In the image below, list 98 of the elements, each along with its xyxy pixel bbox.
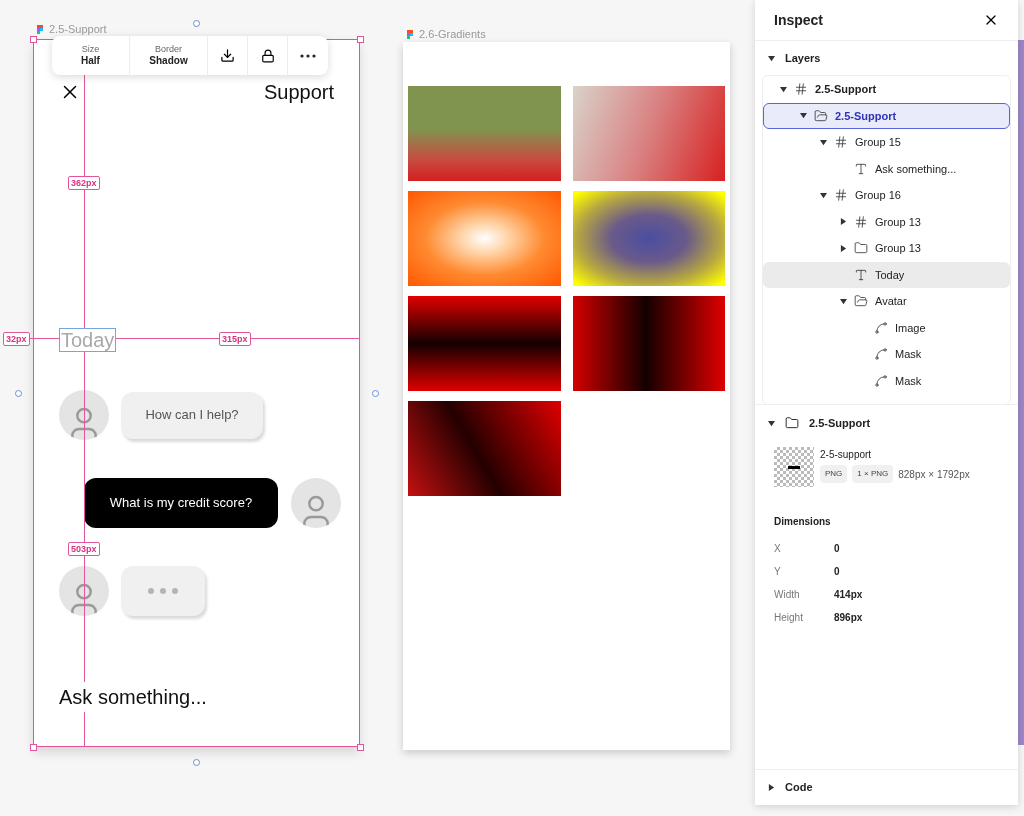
app-logo-icon — [37, 24, 43, 34]
expand-caret-icon[interactable] — [820, 138, 827, 146]
toolbar-option[interactable]: Border Shadow — [130, 36, 208, 75]
folder-icon — [854, 294, 868, 309]
typing-dots-icon — [148, 588, 178, 594]
option-label: Size — [81, 43, 100, 55]
layer-row[interactable]: Group 15 — [763, 129, 1010, 156]
compose-text: Ask something... — [59, 682, 207, 712]
section-heading: Dimensions — [773, 515, 832, 529]
resize-handle[interactable] — [357, 36, 364, 43]
vector-icon — [874, 373, 888, 388]
layer-name: Avatar — [875, 294, 907, 309]
rotate-handle[interactable] — [15, 390, 22, 397]
vector-icon — [874, 320, 888, 335]
measurement-label: 362px — [68, 176, 100, 190]
property-label: X — [774, 542, 782, 556]
message-bubble: How can I help? — [121, 391, 263, 439]
avatar — [291, 478, 341, 528]
layer-name: Mask — [895, 347, 922, 362]
more-icon — [300, 53, 316, 58]
download-icon — [220, 48, 235, 63]
measurement-label: 315px — [219, 332, 251, 346]
section-title[interactable]: Code — [785, 779, 813, 796]
layer-row[interactable]: Avatar — [763, 288, 1010, 315]
section-title[interactable]: Layers — [785, 49, 821, 67]
layer-name: Ask something... — [875, 161, 957, 177]
property-value: 0 — [834, 542, 840, 556]
property-label: Height — [774, 611, 804, 625]
frame-icon — [854, 214, 868, 229]
option-value: Half — [81, 54, 100, 68]
layer-name: Group 13 — [875, 214, 921, 230]
section-title[interactable]: 2.5-Support — [809, 414, 871, 432]
property-value: 896px — [834, 611, 863, 625]
layer-row[interactable]: Ask something... — [763, 155, 1010, 182]
expand-caret-icon[interactable] — [820, 191, 827, 199]
avatar — [59, 390, 109, 440]
export-name: 2-5-support — [820, 448, 873, 462]
app-logo-icon — [407, 29, 413, 39]
export-size: 828px × 1792px — [898, 467, 970, 482]
folder-icon — [854, 241, 868, 256]
expand-caret-icon[interactable] — [840, 244, 847, 252]
expand-caret-icon[interactable] — [768, 784, 775, 791]
toolbar-option[interactable]: Size Half — [52, 36, 130, 75]
layer-row[interactable]: 2.5-Support — [763, 76, 1010, 103]
property-label: Y — [774, 565, 782, 579]
layer-name: Group 13 — [875, 241, 921, 256]
message-bubble: What is my credit score? — [84, 478, 278, 528]
layer-row[interactable]: Group 13 — [763, 208, 1010, 235]
export-thumbnail — [774, 447, 814, 487]
format-tag[interactable]: PNG — [820, 465, 848, 483]
lock-icon — [260, 48, 275, 63]
layer-row[interactable]: Image — [763, 314, 1010, 341]
frame-icon — [834, 188, 848, 203]
frame-icon — [834, 135, 848, 150]
layer-row[interactable]: Mask — [763, 367, 1010, 394]
layer-name: Mask — [895, 373, 922, 389]
layer-name: Group 15 — [855, 135, 901, 150]
panel-title: Inspect — [774, 10, 823, 30]
resize-handle[interactable] — [30, 744, 37, 751]
measurement-label: 32px — [3, 332, 30, 346]
option-value: Shadow — [149, 54, 188, 68]
layer-name: Group 16 — [855, 188, 901, 203]
expand-caret-icon[interactable] — [840, 218, 847, 226]
expand-caret-icon[interactable] — [840, 297, 847, 305]
folder-icon — [785, 416, 799, 430]
screen-title: Support — [263, 80, 334, 105]
layer-row[interactable]: Today — [763, 261, 1010, 288]
text-layer-icon — [854, 161, 868, 176]
expand-caret-icon[interactable] — [768, 54, 775, 62]
layer-row[interactable]: Mask — [763, 341, 1010, 368]
layer-name: 2.5-Support — [835, 108, 897, 124]
layer-name: Image — [895, 320, 926, 336]
property-value: 0 — [834, 565, 840, 579]
layer-name: 2.5-Support — [815, 82, 877, 97]
resize-handle[interactable] — [357, 744, 364, 751]
layer-row[interactable]: Group 16 — [763, 182, 1010, 209]
rotate-handle[interactable] — [193, 759, 200, 766]
layer-name: Today — [875, 267, 905, 283]
property-label: Width — [774, 588, 801, 602]
expand-caret-icon[interactable] — [780, 85, 787, 93]
expand-caret-icon[interactable] — [800, 112, 807, 120]
folder-icon — [814, 108, 828, 123]
date-label: Today — [59, 328, 117, 352]
text-layer-icon — [854, 267, 868, 282]
measurement-label: 503px — [68, 542, 100, 556]
frame-icon — [794, 82, 808, 97]
layer-row[interactable]: 2.5-Support — [763, 102, 1010, 129]
layer-row[interactable]: Group 13 — [763, 235, 1010, 262]
option-label: Border — [155, 43, 182, 55]
rotate-handle[interactable] — [193, 20, 200, 27]
rotate-handle[interactable] — [372, 390, 379, 397]
property-value: 414px — [834, 588, 863, 602]
artboard[interactable] — [403, 42, 730, 750]
scale-tag[interactable]: 1 × PNG — [852, 465, 894, 483]
vector-icon — [874, 347, 888, 362]
expand-caret-icon[interactable] — [768, 419, 775, 427]
resize-handle[interactable] — [30, 36, 37, 43]
avatar — [59, 566, 109, 616]
